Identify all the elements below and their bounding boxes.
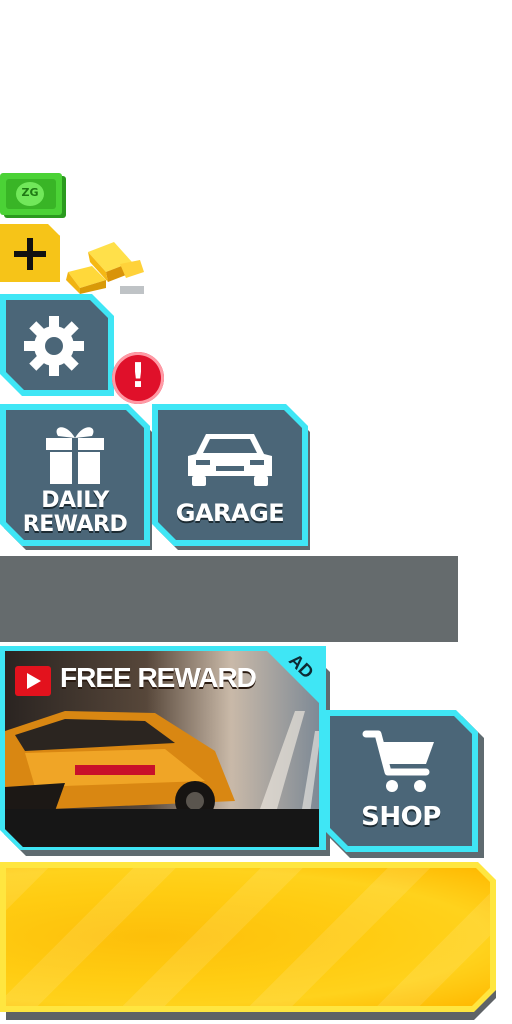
gold-bars-icon (62, 236, 146, 298)
exclamation-icon: ! (112, 352, 168, 404)
cart-icon (362, 728, 438, 796)
daily-reward-label-line2: REWARD (22, 512, 128, 537)
empty-panel (0, 556, 458, 642)
daily-reward-button[interactable]: DAILY REWARD (0, 404, 150, 546)
add-currency-button[interactable] (0, 224, 64, 286)
garage-button[interactable]: GARAGE (152, 404, 308, 546)
cash-icon: ZG (0, 173, 68, 217)
shop-button[interactable]: SHOP (324, 710, 478, 852)
play-icon (15, 666, 51, 696)
plus-icon (12, 236, 48, 272)
gift-icon (44, 422, 106, 486)
cash-icon-label: ZG (21, 186, 39, 199)
free-reward-button[interactable]: FREE REWARD AD (0, 646, 326, 850)
garage-label: GARAGE (175, 499, 285, 527)
shop-label: SHOP (361, 802, 441, 832)
settings-button[interactable] (0, 294, 114, 396)
car-icon (184, 426, 276, 490)
gear-icon (22, 314, 86, 378)
alert-symbol: ! (130, 356, 146, 396)
free-reward-label: FREE REWARD (60, 662, 256, 693)
featured-panel[interactable] (0, 862, 496, 1012)
daily-reward-label-line1: DAILY (41, 488, 109, 513)
